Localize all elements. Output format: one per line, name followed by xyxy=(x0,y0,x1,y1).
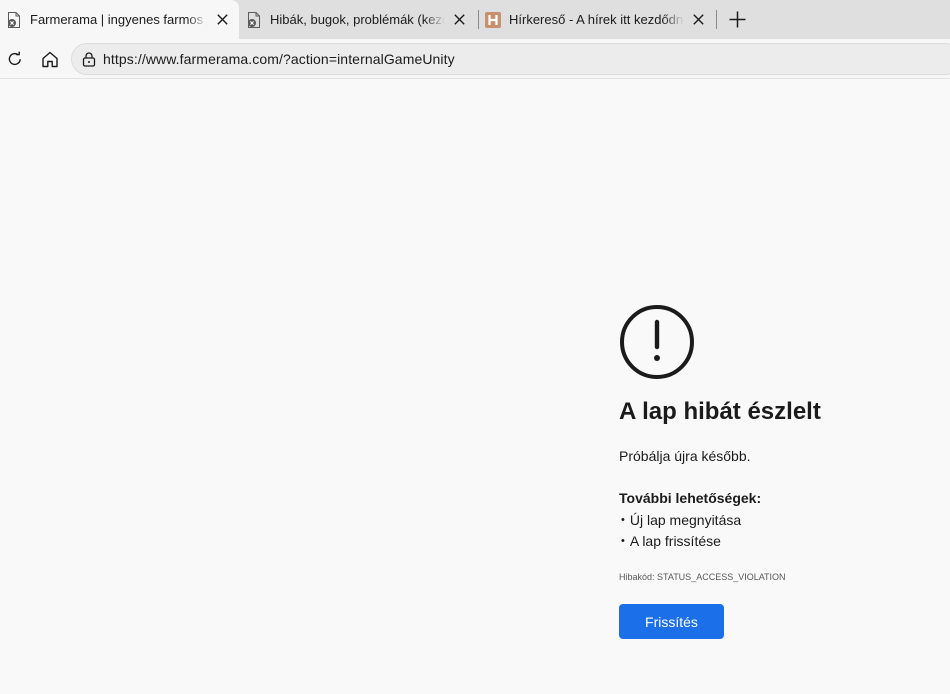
options-heading: További lehetőségek: xyxy=(619,490,762,506)
error-message: Próbálja újra később. xyxy=(619,448,751,464)
refresh-icon xyxy=(7,51,23,67)
new-tab-button[interactable] xyxy=(727,9,747,29)
refresh-button[interactable] xyxy=(5,49,25,69)
home-icon xyxy=(41,51,59,68)
option-new-tab: Új lap megnyitása xyxy=(621,512,741,533)
lock-icon[interactable] xyxy=(81,51,97,67)
tab-title: Farmerama | ingyenes farmos játék xyxy=(30,12,208,27)
tab-farmerama[interactable]: Farmerama | ingyenes farmos játék xyxy=(0,0,239,39)
reload-button[interactable]: Frissítés xyxy=(619,604,724,639)
close-icon[interactable] xyxy=(214,12,230,28)
tab-title: Hibák, bugok, problémák (kezdők xyxy=(270,12,445,27)
error-code: Hibakód: STATUS_ACCESS_VIOLATION xyxy=(619,572,786,582)
tab-strip: Farmerama | ingyenes farmos játék Hibák,… xyxy=(0,0,950,39)
close-icon[interactable] xyxy=(451,12,467,28)
close-icon[interactable] xyxy=(690,12,706,28)
tab-title: Hírkereső - A hírek itt kezdődnek! xyxy=(509,12,684,27)
browser-toolbar: https://www.farmerama.com/?action=intern… xyxy=(0,39,950,79)
exclamation-circle-icon xyxy=(619,304,695,380)
tab-separator xyxy=(478,10,479,29)
address-bar[interactable]: https://www.farmerama.com/?action=intern… xyxy=(71,43,950,75)
crashed-page-icon xyxy=(6,11,22,28)
option-reload-page: A lap frissítése xyxy=(621,533,741,554)
tab-hibak-bugok[interactable]: Hibák, bugok, problémák (kezdők xyxy=(245,0,475,39)
crashed-page-icon xyxy=(246,11,262,28)
options-list: Új lap megnyitása A lap frissítése xyxy=(621,512,741,554)
tab-separator xyxy=(716,10,717,29)
error-title: A lap hibát észlelt xyxy=(619,398,821,425)
plus-icon xyxy=(729,11,746,28)
page-content: A lap hibát észlelt Próbálja újra később… xyxy=(0,80,950,694)
url-text: https://www.farmerama.com/?action=intern… xyxy=(103,51,455,67)
home-button[interactable] xyxy=(40,49,60,69)
h-logo-icon xyxy=(485,11,501,28)
tab-hirkereso[interactable]: Hírkereső - A hírek itt kezdődnek! xyxy=(484,0,714,39)
